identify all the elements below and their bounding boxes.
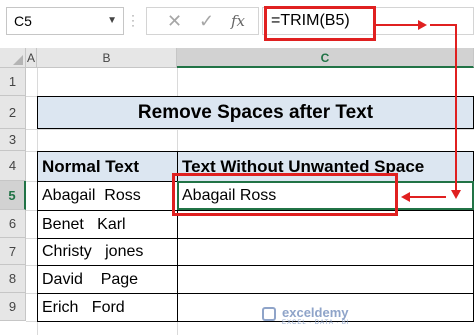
select-all-button[interactable] [0, 48, 26, 68]
row-header-9[interactable]: 9 [0, 293, 26, 321]
cell-b9[interactable]: Erich Ford [37, 293, 178, 322]
row-header-3[interactable]: 3 [0, 129, 26, 151]
row-header-7[interactable]: 7 [0, 238, 26, 265]
cell-c8[interactable] [177, 265, 474, 294]
watermark-tagline: EXCEL · DATA · BI [282, 320, 350, 326]
arrow-right-icon [418, 20, 427, 30]
arrow-line [410, 196, 446, 198]
column-header-c[interactable]: C [177, 48, 474, 68]
result-highlight-box [172, 173, 398, 216]
select-all-triangle-icon [13, 55, 23, 65]
arrow-line [455, 24, 457, 192]
cell-b8[interactable]: David Page [37, 265, 178, 294]
gridline [26, 129, 474, 130]
insert-function-icon[interactable]: fx [231, 10, 245, 32]
exceldemy-logo-icon [262, 307, 276, 321]
name-box[interactable]: C5 ▼ [6, 7, 124, 35]
cell-b5[interactable]: Abagail Ross [37, 181, 178, 211]
row-header-6[interactable]: 6 [0, 210, 26, 238]
chevron-down-icon[interactable]: ▼ [107, 8, 117, 34]
exceldemy-watermark: exceldemy EXCEL · DATA · BI [262, 305, 372, 327]
arrow-down-icon [451, 190, 461, 199]
cell-b6[interactable]: Benet Karl [37, 210, 178, 239]
cancel-icon[interactable]: ✕ [167, 10, 182, 32]
row-header-1[interactable]: 1 [0, 68, 26, 96]
table-header-normal-text[interactable]: Normal Text [37, 151, 178, 182]
enter-icon[interactable]: ✓ [199, 10, 214, 32]
cell-c7[interactable] [177, 238, 474, 266]
vertical-dots-icon: · · · [131, 8, 135, 32]
column-header-b[interactable]: B [37, 48, 177, 68]
formula-buttons: ✕ ✓ fx [146, 7, 259, 35]
arrow-left-icon [401, 192, 410, 202]
name-box-value: C5 [14, 13, 32, 29]
cell-b7[interactable]: Christy jones [37, 238, 178, 266]
row-header-4[interactable]: 4 [0, 151, 26, 181]
row-header-5[interactable]: 5 [0, 181, 26, 210]
formula-highlight-box [264, 6, 376, 41]
arrow-line [430, 24, 456, 26]
sheet-title[interactable]: Remove Spaces after Text [37, 96, 474, 129]
arrow-line [376, 24, 420, 26]
row-header-2[interactable]: 2 [0, 96, 26, 129]
row-header-8[interactable]: 8 [0, 265, 26, 293]
watermark-name: exceldemy [282, 305, 349, 320]
column-header-a[interactable]: A [26, 48, 37, 68]
